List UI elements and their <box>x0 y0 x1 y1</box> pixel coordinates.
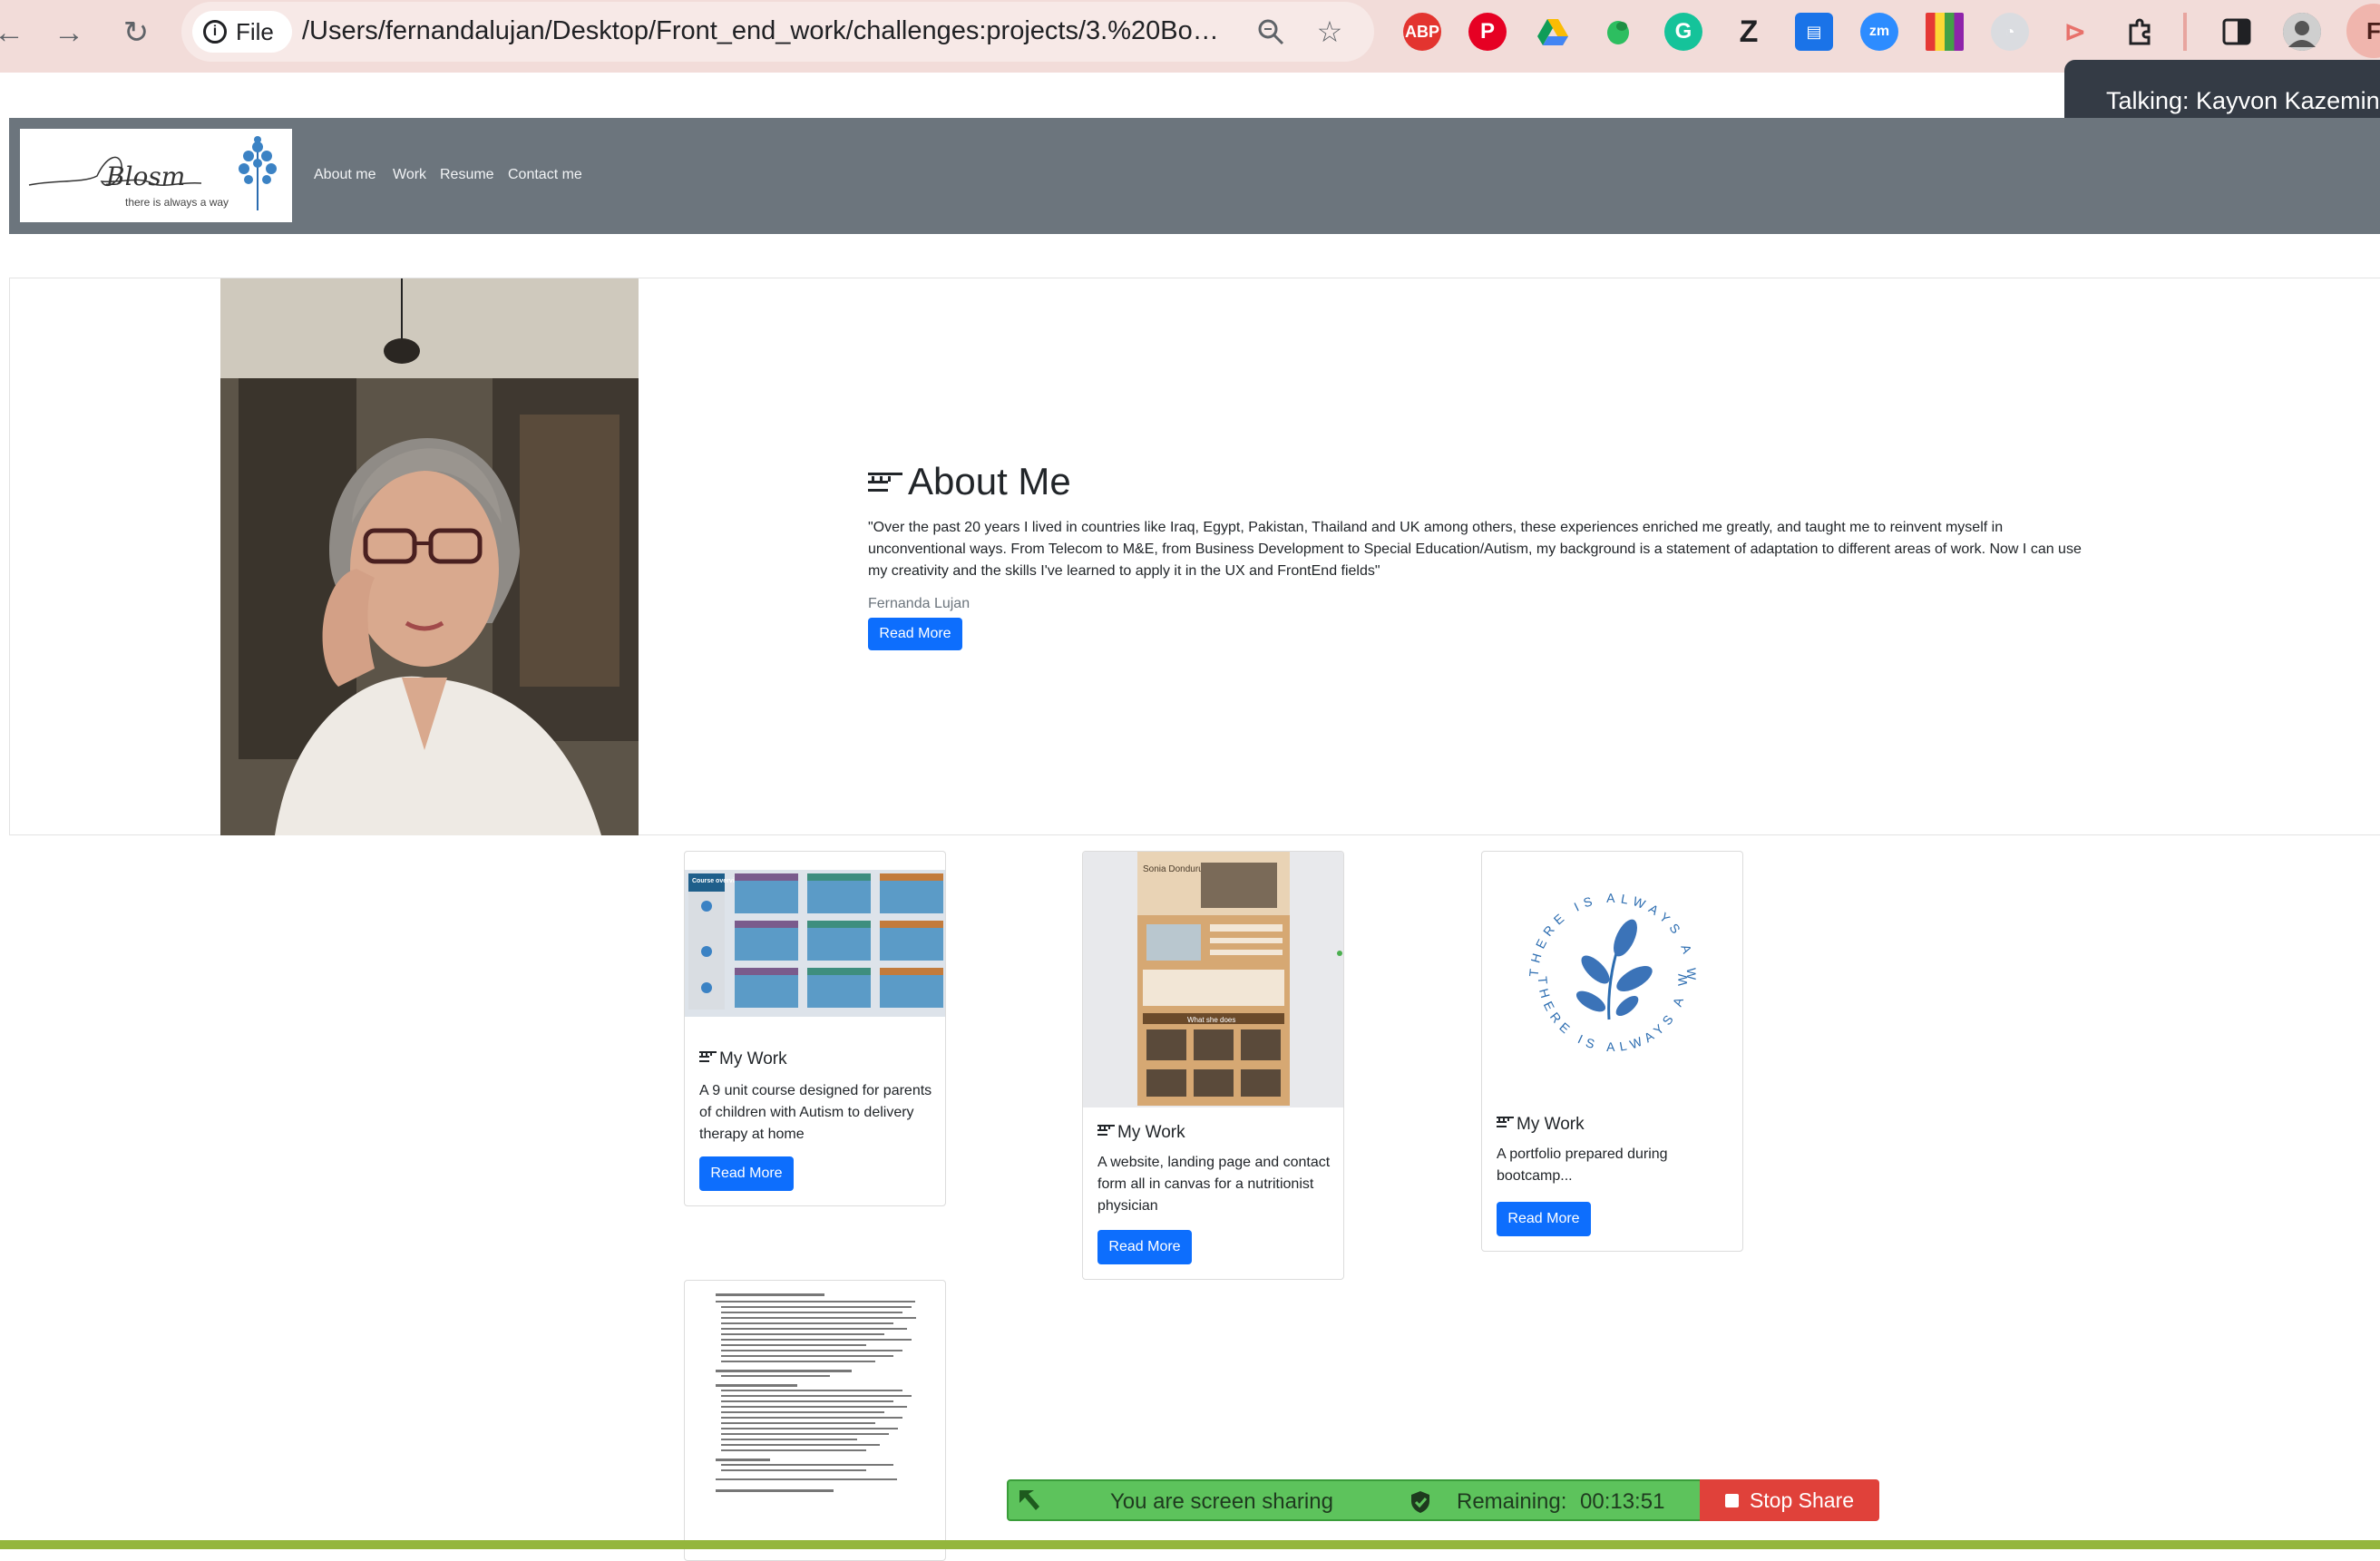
lines-icon <box>1497 1115 1515 1135</box>
shield-check-icon <box>1409 1490 1431 1518</box>
stop-share-button[interactable]: Stop Share <box>1700 1479 1879 1521</box>
profile-initial-badge[interactable]: F <box>2346 4 2380 58</box>
lines-icon <box>1097 1123 1116 1143</box>
forward-arrow-icon[interactable]: → <box>49 13 89 53</box>
bottom-stripe <box>0 1540 2380 1549</box>
address-bar[interactable]: i File /Users/fernandalujan/Desktop/Fron… <box>181 2 1374 62</box>
card-image-caption: Sonia Donduru <box>1143 864 1204 874</box>
site-navbar: Blosm there is always a way About me Wor… <box>9 118 2380 234</box>
side-panel-icon[interactable] <box>2218 13 2256 51</box>
card-read-more-button[interactable]: Read More <box>1097 1230 1192 1264</box>
logo-script: Blosm <box>105 161 185 191</box>
work-card-nutritionist[interactable]: Sonia Donduru What she does My Work A we… <box>1082 851 1344 1280</box>
remaining-label: Remaining: <box>1457 1489 1567 1514</box>
card-title-text: My Work <box>1517 1115 1585 1134</box>
about-quote: "Over the past 20 years I lived in count… <box>868 520 2082 579</box>
card-title-text: My Work <box>1117 1123 1185 1142</box>
browser-toolbar: ← → ↻ i File /Users/fernandalujan/Deskto… <box>0 0 2380 73</box>
card-title: My Work <box>1097 1123 1185 1143</box>
profile-avatar[interactable] <box>2283 13 2321 51</box>
work-card-course[interactable]: Course overview My Work A 9 unit course … <box>684 851 946 1206</box>
about-read-more-button[interactable]: Read More <box>868 618 962 650</box>
card-read-more-button[interactable]: Read More <box>699 1156 794 1191</box>
pinterest-icon[interactable]: P <box>1468 13 1507 51</box>
lines-icon <box>699 1049 717 1069</box>
grammarly-icon[interactable]: G <box>1664 13 1702 51</box>
resume-card[interactable] <box>684 1280 946 1561</box>
zoom-magnifier-icon[interactable] <box>1252 13 1290 51</box>
google-drive-icon[interactable] <box>1534 13 1572 51</box>
loading-icon[interactable]: ◔ <box>1991 13 2029 51</box>
svg-text:THERE IS ALWAYS A WAY: THERE IS ALWAYS A WAY <box>1482 852 1690 1054</box>
screen-share-bar: You are screen sharing Remaining: 00:13:… <box>1007 1479 1879 1521</box>
card-text: A website, landing page and contact form… <box>1097 1155 1331 1214</box>
color-palette-icon[interactable] <box>1926 13 1964 51</box>
blosm-logo-graphic: Blosm there is always a way <box>28 136 277 210</box>
stop-share-label: Stop Share <box>1749 1488 1855 1512</box>
site-info-chip[interactable]: i File <box>192 11 292 53</box>
nav-link-about-me[interactable]: About me <box>314 167 376 183</box>
card-title: My Work <box>699 1049 787 1069</box>
card-image-portfolio-logo: THERE IS ALWAYS A WAY THERE IS ALWAYS A … <box>1482 852 1742 1091</box>
card-image-nutritionist: Sonia Donduru What she does <box>1083 852 1343 1107</box>
remaining-time: 00:13:51 <box>1580 1489 1665 1514</box>
nav-link-work[interactable]: Work <box>393 167 426 183</box>
screencast-icon[interactable]: ⊳ <box>2056 13 2094 51</box>
lines-icon <box>868 460 904 503</box>
stop-icon <box>1724 1493 1739 1507</box>
reload-icon[interactable]: ↻ <box>116 13 156 53</box>
evernote-icon[interactable] <box>1599 13 1637 51</box>
puzzle-extensions-icon[interactable] <box>2122 13 2160 51</box>
about-author: Fernanda Lujan <box>868 596 971 611</box>
share-status-text: You are screen sharing <box>1110 1489 1333 1514</box>
zotero-icon[interactable]: Z <box>1730 13 1768 51</box>
nav-link-resume[interactable]: Resume <box>440 167 494 183</box>
back-arrow-icon[interactable]: ← <box>0 13 29 53</box>
site-logo[interactable]: Blosm there is always a way <box>20 129 292 222</box>
card-read-more-button[interactable]: Read More <box>1497 1202 1591 1236</box>
logo-tagline: there is always a way <box>125 196 229 209</box>
reader-icon[interactable]: ▤ <box>1795 13 1833 51</box>
about-title: About Me <box>868 460 1071 503</box>
card-image-course: Course overview <box>685 870 945 1017</box>
bookmark-star-icon[interactable]: ☆ <box>1311 13 1349 51</box>
info-icon: i <box>203 20 227 44</box>
scheme-label: File <box>236 17 274 45</box>
about-title-text: About Me <box>908 460 1071 502</box>
share-arrow-icon[interactable] <box>1016 1487 1041 1514</box>
card-text: A portfolio prepared during bootcamp... <box>1497 1146 1668 1184</box>
card-title: My Work <box>1497 1115 1585 1135</box>
zoom-icon[interactable]: zm <box>1860 13 1898 51</box>
about-section: About Me "Over the past 20 years I lived… <box>9 278 2380 835</box>
toolbar-divider <box>2183 13 2187 51</box>
nav-link-contact-me[interactable]: Contact me <box>508 167 582 183</box>
card-text: A 9 unit course designed for parents of … <box>699 1083 932 1142</box>
card-image-subcaption: What she does <box>1187 1016 1235 1024</box>
card-title-text: My Work <box>719 1049 787 1068</box>
resume-thumbnail <box>716 1293 916 1492</box>
work-card-portfolio[interactable]: THERE IS ALWAYS A WAY THERE IS ALWAYS A … <box>1481 851 1743 1252</box>
adblock-icon[interactable]: ABP <box>1403 13 1441 51</box>
profile-photo <box>220 278 639 835</box>
url-text[interactable]: /Users/fernandalujan/Desktop/Front_end_w… <box>302 16 1263 46</box>
